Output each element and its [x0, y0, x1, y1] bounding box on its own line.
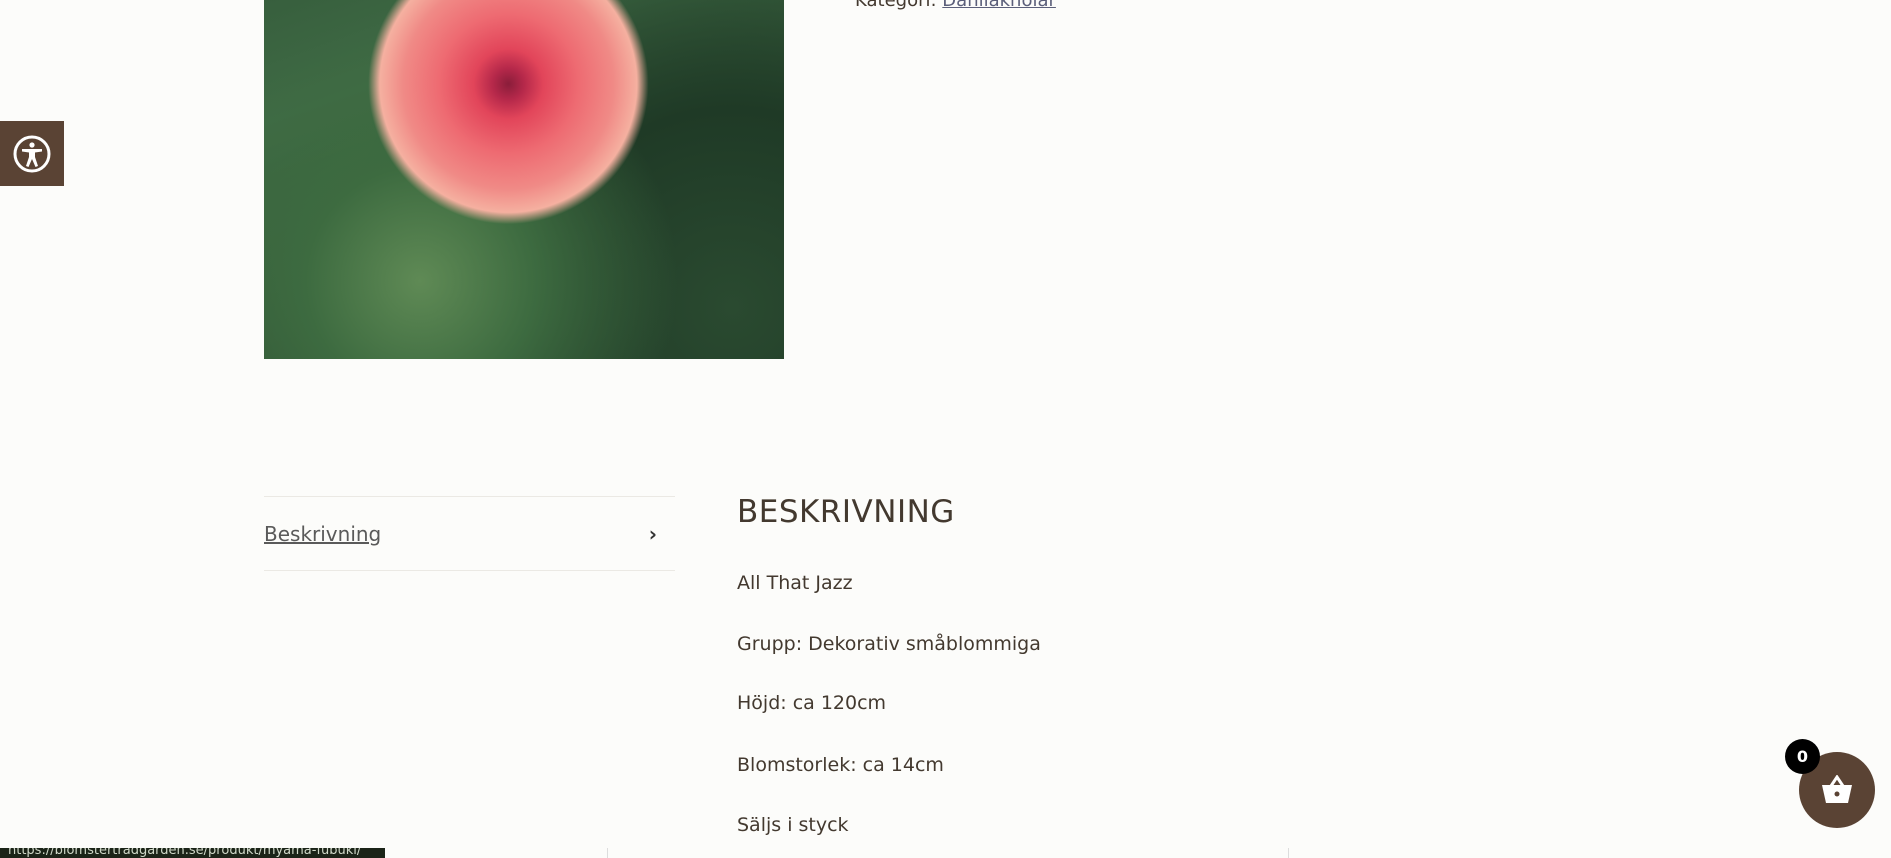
accessibility-button[interactable] — [0, 121, 64, 186]
divider — [1288, 848, 1289, 858]
chevron-right-icon: › — [648, 521, 657, 546]
category-label: Kategori: — [855, 0, 937, 11]
description-paragraph: Säljs i styck — [737, 814, 849, 836]
category-link[interactable]: Dahliaknölar — [942, 0, 1056, 11]
description-paragraph: Grupp: Dekorativ småblommiga — [737, 633, 1041, 655]
cart-count-badge: 0 — [1785, 739, 1820, 774]
product-image[interactable] — [264, 0, 784, 359]
browser-status-bar: https://blomstertradgarden.se/produkt/my… — [0, 848, 385, 858]
product-category: Kategori: Dahliaknölar — [855, 0, 1056, 11]
basket-icon — [1822, 775, 1852, 803]
tab-beskrivning[interactable]: Beskrivning › — [264, 497, 675, 570]
accessibility-icon — [13, 135, 51, 172]
tab-label: Beskrivning — [264, 521, 382, 546]
description-paragraph: All That Jazz — [737, 572, 853, 594]
product-tabs: Beskrivning › — [264, 496, 675, 571]
description-paragraph: Höjd: ca 120cm — [737, 692, 887, 714]
description-paragraph: Blomstorlek: ca 14cm — [737, 754, 944, 776]
description-heading: BESKRIVNING — [737, 494, 955, 530]
divider — [607, 848, 608, 858]
